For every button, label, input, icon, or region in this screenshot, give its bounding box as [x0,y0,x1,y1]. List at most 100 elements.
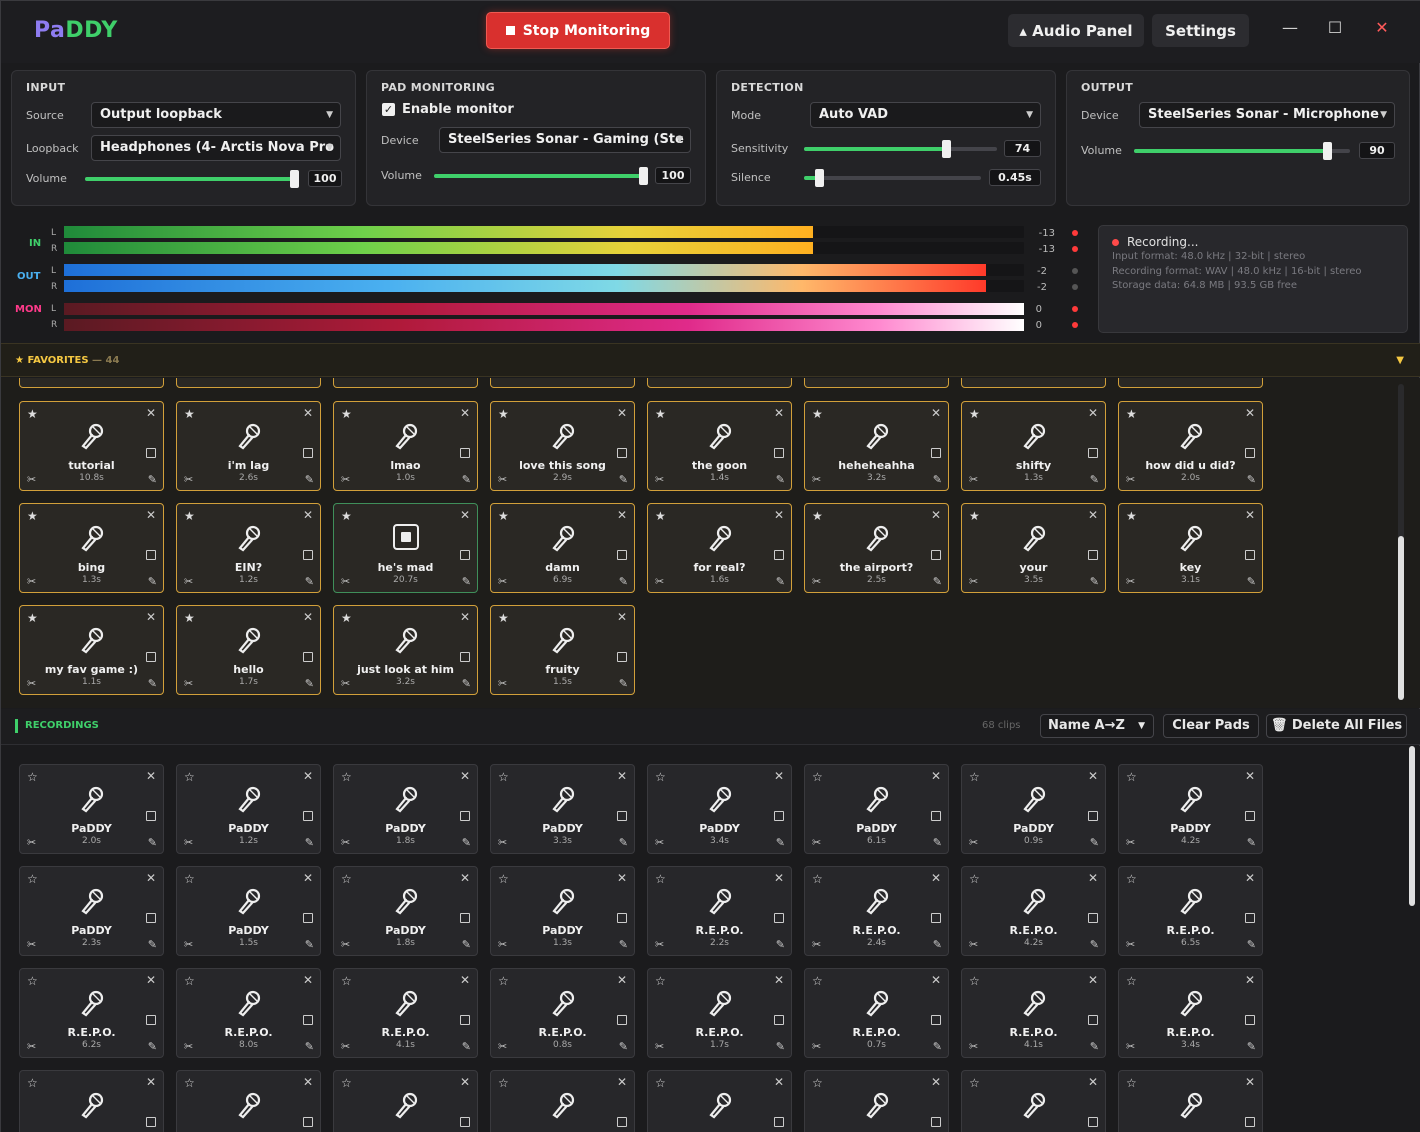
save-icon[interactable] [1088,550,1098,560]
mode-select[interactable]: Auto VAD ▼ [810,102,1041,128]
edit-icon[interactable]: ✎ [1247,836,1256,849]
edit-icon[interactable]: ✎ [619,473,628,486]
favorite-pad[interactable]: ★ ✕ i'm lag 2.6s ✂ ✎ [176,401,321,491]
favorite-pad[interactable]: ★ ✕ my fav game :) 1.1s ✂ ✎ [19,605,164,695]
save-icon[interactable] [774,1015,784,1025]
edit-icon[interactable]: ✎ [1090,473,1099,486]
recording-pad[interactable]: ☆ ✕ PaDDY 1.5s ✂ ✎ [176,866,321,956]
scissors-icon[interactable]: ✂ [969,575,978,588]
star-outline-icon[interactable]: ☆ [27,974,38,988]
remove-icon[interactable]: ✕ [774,871,784,885]
save-icon[interactable] [460,448,470,458]
remove-icon[interactable]: ✕ [146,871,156,885]
star-outline-icon[interactable]: ☆ [655,872,666,886]
sort-select[interactable]: Name A→Z ▼ [1040,714,1154,738]
remove-icon[interactable]: ✕ [1245,769,1255,783]
star-outline-icon[interactable]: ☆ [498,872,509,886]
remove-icon[interactable]: ✕ [1245,508,1255,522]
edit-icon[interactable]: ✎ [148,473,157,486]
star-outline-icon[interactable]: ☆ [969,770,980,784]
remove-icon[interactable]: ✕ [931,508,941,522]
scissors-icon[interactable]: ✂ [27,1040,36,1053]
edit-icon[interactable]: ✎ [305,1040,314,1053]
remove-icon[interactable]: ✕ [1245,871,1255,885]
edit-icon[interactable]: ✎ [619,836,628,849]
scissors-icon[interactable]: ✂ [341,473,350,486]
star-outline-icon[interactable]: ☆ [498,770,509,784]
save-icon[interactable] [146,1117,156,1127]
star-outline-icon[interactable]: ☆ [812,1076,823,1090]
star-filled-icon[interactable]: ★ [655,509,666,523]
scissors-icon[interactable]: ✂ [184,836,193,849]
remove-icon[interactable]: ✕ [303,508,313,522]
scissors-icon[interactable]: ✂ [1126,938,1135,951]
recording-pad[interactable]: ☆ ✕ R.E.P.O. 2.4s ✂ ✎ [804,866,949,956]
remove-icon[interactable]: ✕ [1088,973,1098,987]
settings-button[interactable]: Settings [1152,14,1249,47]
recording-pad[interactable]: ☆ ✕ PaDDY 3.4s ✂ ✎ [647,764,792,854]
recording-pad[interactable]: ☆ ✕ PaDDY 1.8s ✂ ✎ [333,866,478,956]
remove-icon[interactable]: ✕ [303,769,313,783]
star-filled-icon[interactable]: ★ [27,509,38,523]
favorite-pad[interactable]: ★ ✕ the goon 1.4s ✂ ✎ [647,401,792,491]
scissors-icon[interactable]: ✂ [184,677,193,690]
save-icon[interactable] [931,1117,941,1127]
save-icon[interactable] [1245,550,1255,560]
enable-monitor-checkbox[interactable]: ✓ [382,103,395,116]
remove-icon[interactable]: ✕ [774,1075,784,1089]
audio-panel-button[interactable]: ▴ Audio Panel [1008,14,1144,47]
remove-icon[interactable]: ✕ [460,973,470,987]
star-outline-icon[interactable]: ☆ [655,974,666,988]
recording-pad[interactable]: ☆ ✕ R.E.P.O. 3.4s ✂ ✎ [1118,968,1263,1058]
save-icon[interactable] [146,811,156,821]
save-icon[interactable] [460,652,470,662]
recording-pad[interactable]: ☆✕✂✎ [647,1070,792,1132]
edit-icon[interactable]: ✎ [1090,1040,1099,1053]
save-icon[interactable] [303,448,313,458]
scissors-icon[interactable]: ✂ [812,575,821,588]
edit-icon[interactable]: ✎ [1247,575,1256,588]
save-icon[interactable] [931,448,941,458]
scissors-icon[interactable]: ✂ [812,1040,821,1053]
star-outline-icon[interactable]: ☆ [1126,974,1137,988]
edit-icon[interactable]: ✎ [1247,473,1256,486]
edit-icon[interactable]: ✎ [1090,938,1099,951]
scissors-icon[interactable]: ✂ [655,473,664,486]
recording-pad[interactable]: ☆✕✂✎ [19,1070,164,1132]
save-icon[interactable] [1245,811,1255,821]
remove-icon[interactable]: ✕ [303,1075,313,1089]
edit-icon[interactable]: ✎ [933,575,942,588]
recording-pad[interactable]: ☆✕✂✎ [333,1070,478,1132]
star-filled-icon[interactable]: ★ [341,509,352,523]
close-button[interactable]: ✕ [1370,18,1394,37]
star-outline-icon[interactable]: ☆ [969,872,980,886]
minimize-button[interactable]: — [1278,18,1302,37]
remove-icon[interactable]: ✕ [460,610,470,624]
remove-icon[interactable]: ✕ [617,973,627,987]
delete-all-files-button[interactable]: 🗑 Delete All Files [1266,714,1407,738]
favorite-pad[interactable]: ★ ✕ heheheahha 3.2s ✂ ✎ [804,401,949,491]
star-outline-icon[interactable]: ☆ [969,974,980,988]
favorite-pad[interactable]: ★ ✕ the airport? 2.5s ✂ ✎ [804,503,949,593]
scissors-icon[interactable]: ✂ [1126,836,1135,849]
star-filled-icon[interactable]: ★ [498,509,509,523]
save-icon[interactable] [303,652,313,662]
star-outline-icon[interactable]: ☆ [1126,770,1137,784]
remove-icon[interactable]: ✕ [1245,973,1255,987]
edit-icon[interactable]: ✎ [305,677,314,690]
recording-pad[interactable]: ☆ ✕ PaDDY 2.3s ✂ ✎ [19,866,164,956]
scissors-icon[interactable]: ✂ [1126,473,1135,486]
recording-pad[interactable]: ☆ ✕ R.E.P.O. 2.2s ✂ ✎ [647,866,792,956]
input-volume-slider[interactable] [85,170,299,188]
edit-icon[interactable]: ✎ [305,836,314,849]
recording-pad[interactable]: ☆ ✕ PaDDY 0.9s ✂ ✎ [961,764,1106,854]
save-icon[interactable] [774,913,784,923]
edit-icon[interactable]: ✎ [619,575,628,588]
silence-value[interactable]: 0.45s [989,169,1041,186]
scissors-icon[interactable]: ✂ [969,836,978,849]
recording-pad[interactable]: ☆ ✕ R.E.P.O. 4.1s ✂ ✎ [961,968,1106,1058]
recording-pad[interactable]: ☆ ✕ R.E.P.O. 6.5s ✂ ✎ [1118,866,1263,956]
favorite-pad[interactable]: ★ ✕ key 3.1s ✂ ✎ [1118,503,1263,593]
edit-icon[interactable]: ✎ [776,1040,785,1053]
star-filled-icon[interactable]: ★ [184,611,195,625]
